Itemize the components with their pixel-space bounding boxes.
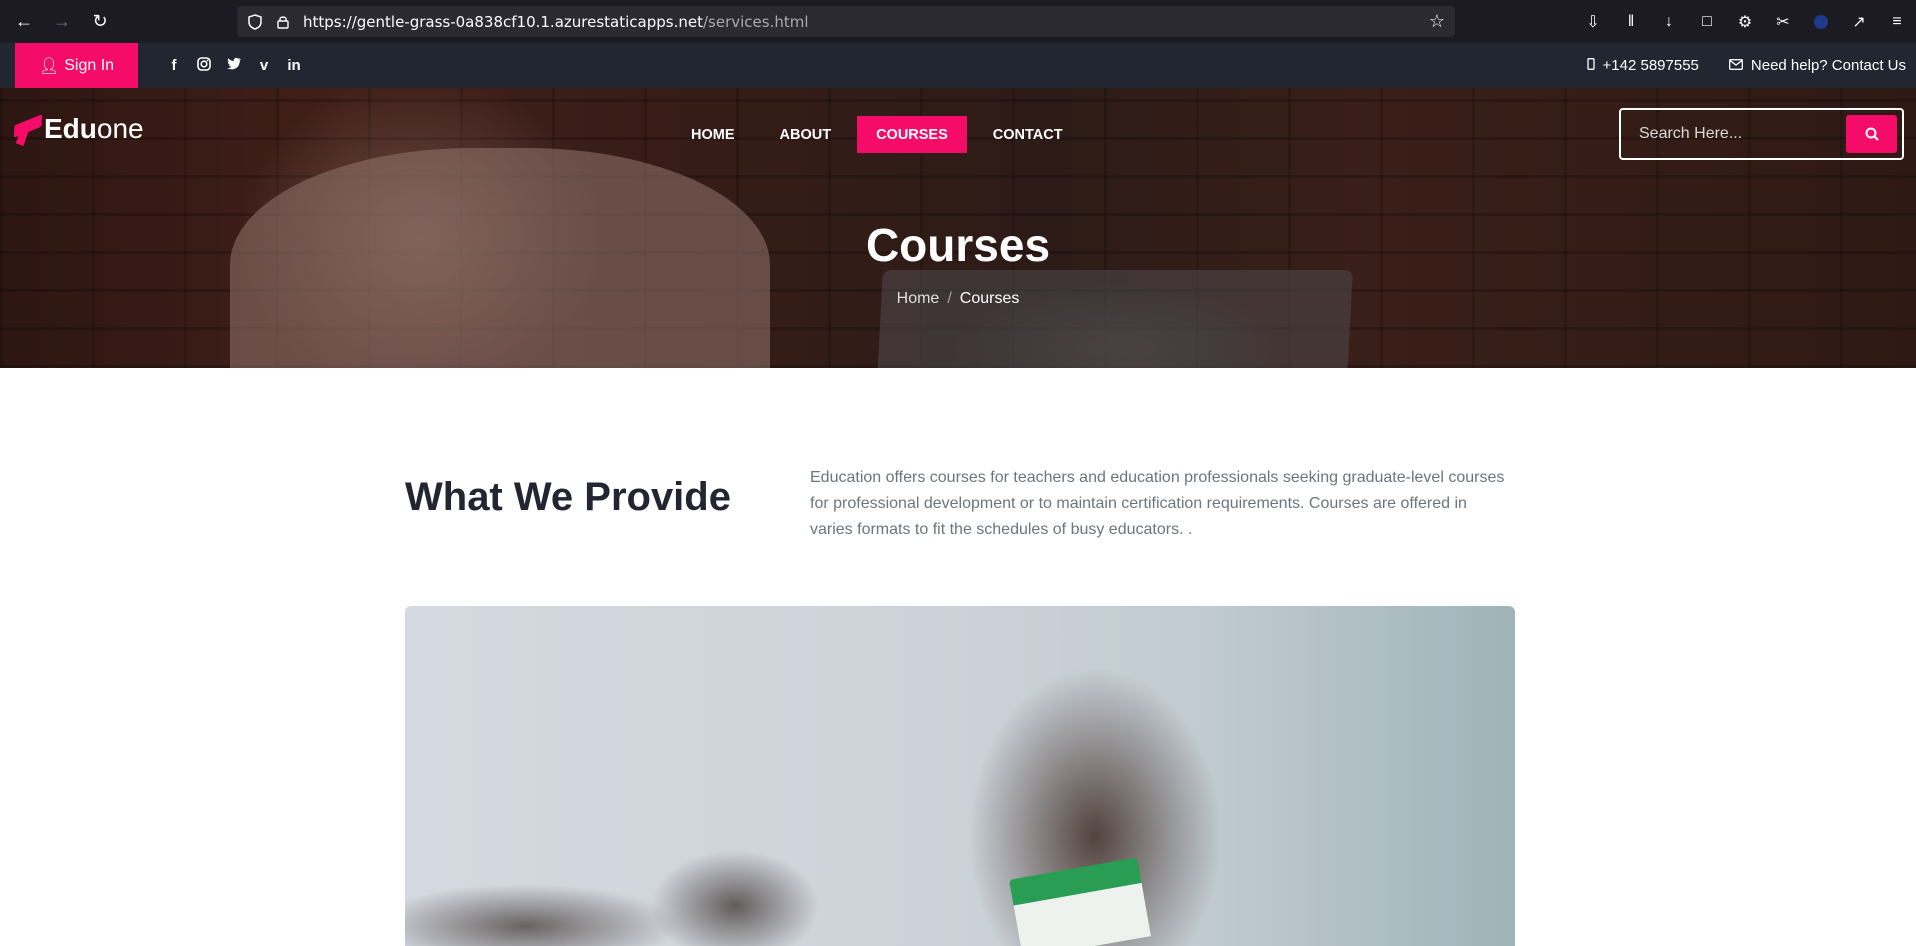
search-input[interactable] — [1621, 110, 1846, 158]
search-box — [1619, 108, 1904, 160]
forward-icon[interactable]: → — [43, 0, 81, 43]
brand-name-bold: Edu — [44, 113, 97, 144]
search-icon — [1865, 127, 1879, 141]
sign-in-button[interactable]: 👤︎ Sign In — [15, 43, 138, 88]
library-icon[interactable]: ‖ — [1612, 0, 1650, 43]
graduation-cap-icon — [13, 113, 44, 146]
linkedin-icon[interactable]: in — [286, 57, 302, 74]
settings-icon[interactable]: ⚙ — [1726, 0, 1764, 43]
phone-number: +142 5897555 — [1602, 57, 1699, 74]
back-icon[interactable]: ← — [5, 0, 43, 43]
section-title: What We Provide — [405, 475, 731, 519]
download-icon[interactable]: ↓ — [1650, 0, 1688, 43]
instagram-icon[interactable] — [196, 56, 212, 75]
envelope-icon — [1728, 57, 1743, 74]
hero-photo-laptop — [877, 270, 1353, 368]
help-text: Need help? Contact Us — [1750, 57, 1906, 74]
search-button[interactable] — [1846, 115, 1897, 153]
section-description: Education offers courses for teachers an… — [810, 469, 1505, 538]
twitter-icon[interactable] — [226, 57, 242, 74]
vimeo-icon[interactable]: v — [256, 57, 272, 74]
contact-info: +142 5897555 Need help? Contact Us — [1586, 43, 1906, 88]
students-photo — [405, 606, 1515, 946]
mobile-icon — [1586, 57, 1595, 74]
folder-icon[interactable]: □ — [1688, 0, 1726, 43]
fullscreen-icon[interactable]: ↗ — [1840, 0, 1878, 43]
reload-icon[interactable]: ↻ — [81, 0, 119, 43]
pocket-icon[interactable]: ⇩ — [1574, 0, 1612, 43]
bookmark-star-icon[interactable]: ☆ — [1429, 11, 1445, 32]
sign-in-label: Sign In — [64, 56, 115, 74]
breadcrumb-separator: / — [947, 290, 952, 307]
brand-name-light: one — [96, 113, 144, 144]
nav-item-home[interactable]: HOME — [672, 116, 754, 153]
social-links: f v in — [166, 43, 302, 88]
facebook-icon[interactable]: f — [166, 57, 182, 74]
breadcrumb-current: Courses — [959, 290, 1020, 307]
menu-icon[interactable]: ≡ — [1878, 0, 1916, 43]
phone-item[interactable]: +142 5897555 — [1586, 57, 1699, 74]
book-illustration — [1009, 857, 1151, 946]
nav-item-about[interactable]: ABOUT — [761, 116, 851, 153]
address-bar[interactable]: https://gentle-grass-0a838cf10.1.azurest… — [237, 6, 1455, 37]
shield-icon[interactable] — [241, 13, 269, 30]
page-title: Courses — [865, 219, 1051, 271]
top-info-bar: 👤︎ Sign In f v in +142 5897555 Need help… — [0, 43, 1916, 88]
lock-icon[interactable] — [269, 15, 297, 29]
breadcrumb: Home / Courses — [0, 290, 1916, 308]
nav-item-courses[interactable]: COURSES — [857, 116, 967, 153]
screenshot-icon[interactable]: ✂ — [1764, 0, 1802, 43]
user-icon: 👤︎ — [38, 57, 60, 75]
url-text[interactable]: https://gentle-grass-0a838cf10.1.azurest… — [303, 13, 809, 31]
breadcrumb-home[interactable]: Home — [897, 290, 940, 307]
main-navigation: HOME ABOUT COURSES CONTACT — [672, 116, 1089, 153]
browser-toolbar: ← → ↻ https://gentle-grass-0a838cf10.1.a… — [0, 0, 1916, 43]
nav-item-contact[interactable]: CONTACT — [974, 116, 1082, 153]
brand-logo[interactable]: Eduone — [13, 113, 144, 146]
extension-icon[interactable] — [1802, 0, 1840, 43]
help-contact-link[interactable]: Need help? Contact Us — [1728, 57, 1906, 74]
